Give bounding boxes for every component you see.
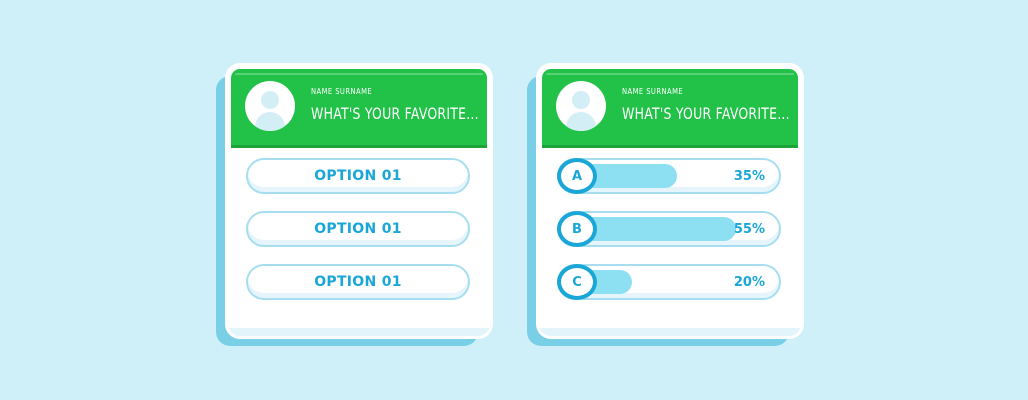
avatar-body <box>255 112 285 131</box>
card-footer <box>539 328 801 336</box>
result-row[interactable]: C 20% <box>557 264 781 300</box>
result-percent: 20% <box>733 274 765 290</box>
author-name: NAME SURNAME <box>622 87 684 96</box>
user-avatar-icon <box>556 81 606 131</box>
poll-question: WHAT'S YOUR FAVORITE... <box>622 104 790 123</box>
result-row[interactable]: B 55% <box>557 211 781 247</box>
poll-question: WHAT'S YOUR FAVORITE... <box>311 104 479 123</box>
avatar-head <box>261 91 279 109</box>
card-body: NAME SURNAME WHAT'S YOUR FAVORITE... OPT… <box>228 66 490 336</box>
result-letter-badge: A <box>557 158 597 194</box>
result-letter-badge: C <box>557 264 597 300</box>
result-percent: 35% <box>733 168 765 184</box>
card-footer <box>228 328 490 336</box>
avatar-body <box>566 112 596 131</box>
poll-question-card: NAME SURNAME WHAT'S YOUR FAVORITE... OPT… <box>216 66 490 346</box>
poll-results-card: NAME SURNAME WHAT'S YOUR FAVORITE... A 3… <box>527 66 801 346</box>
card-body: NAME SURNAME WHAT'S YOUR FAVORITE... A 3… <box>539 66 801 336</box>
result-row[interactable]: A 35% <box>557 158 781 194</box>
result-bar <box>573 217 736 241</box>
option-button[interactable]: OPTION 01 <box>246 211 470 247</box>
avatar-head <box>572 91 590 109</box>
result-percent: 55% <box>733 221 765 237</box>
author-name: NAME SURNAME <box>311 87 373 96</box>
option-button[interactable]: OPTION 01 <box>246 158 470 194</box>
result-letter-badge: B <box>557 211 597 247</box>
card-header: NAME SURNAME WHAT'S YOUR FAVORITE... <box>542 69 798 148</box>
card-header: NAME SURNAME WHAT'S YOUR FAVORITE... <box>231 69 487 148</box>
user-avatar-icon <box>245 81 295 131</box>
option-button[interactable]: OPTION 01 <box>246 264 470 300</box>
